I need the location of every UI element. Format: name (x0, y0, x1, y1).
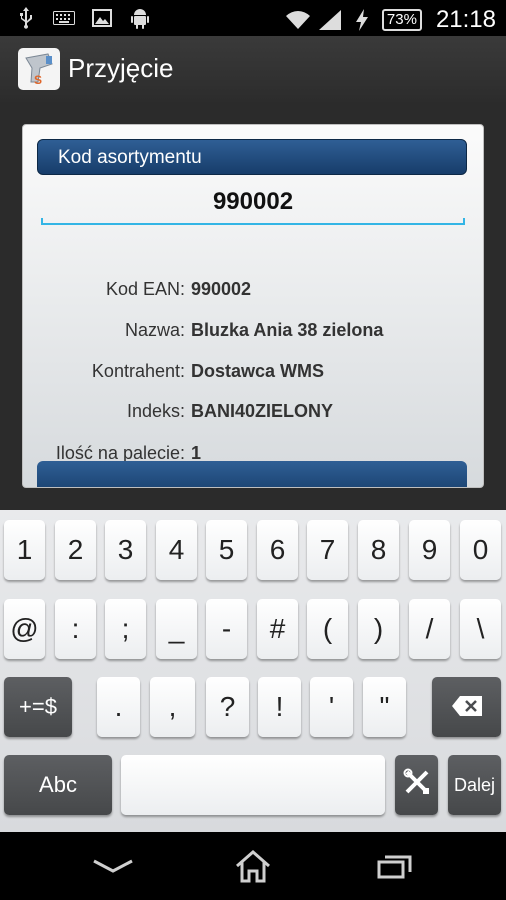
name-label: Nazwa: (124, 320, 185, 340)
abc-key[interactable]: Abc (4, 755, 112, 815)
tools-icon (403, 768, 431, 803)
key-quote[interactable]: " (363, 677, 406, 737)
recent-apps-icon[interactable] (370, 846, 420, 886)
svg-text:S: S (34, 73, 42, 87)
contractor-value: Dostawca WMS (191, 361, 325, 381)
row-index: Indeks: BANI40ZIELONY (23, 401, 483, 425)
ean-value: 990002 (191, 279, 252, 299)
key-7[interactable]: 7 (307, 520, 348, 580)
contractor-label: Kontrahent: (91, 361, 185, 381)
home-icon[interactable] (228, 846, 278, 886)
key-semicolon[interactable]: ; (105, 599, 146, 659)
key-5[interactable]: 5 (206, 520, 247, 580)
key-comma[interactable]: , (150, 677, 195, 737)
code-input[interactable] (41, 181, 465, 223)
key-hyphen[interactable]: - (206, 599, 247, 659)
keyboard-icon (52, 6, 76, 30)
row-ean: Kod EAN: 990002 (23, 279, 483, 303)
section-header: Kod asortymentu (37, 139, 467, 175)
row-contractor: Kontrahent: Dostawca WMS (23, 361, 483, 385)
wifi-icon (285, 8, 310, 32)
key-at[interactable]: @ (4, 599, 45, 659)
android-icon (128, 6, 152, 30)
status-bar: 73% 21:18 (0, 0, 506, 36)
key-slash[interactable]: / (409, 599, 450, 659)
next-key[interactable]: Dalej (448, 755, 501, 815)
charging-icon (350, 8, 374, 32)
app-title: Przyjęcie (68, 53, 174, 83)
key-underscore[interactable]: _ (156, 599, 197, 659)
back-chevron-icon[interactable] (88, 846, 138, 886)
name-value: Bluzka Ania 38 zielona (191, 320, 384, 340)
navigation-bar (0, 832, 506, 900)
image-icon (90, 6, 114, 30)
form-card: Kod asortymentu Kod EAN: 990002 Nazwa: B… (22, 124, 484, 488)
key-9[interactable]: 9 (409, 520, 450, 580)
space-key[interactable] (121, 755, 385, 815)
key-backslash[interactable]: \ (460, 599, 501, 659)
key-colon[interactable]: : (55, 599, 96, 659)
key-apostrophe[interactable]: ' (310, 677, 353, 737)
key-question[interactable]: ? (206, 677, 249, 737)
key-hash[interactable]: # (257, 599, 298, 659)
backspace-icon (451, 691, 482, 723)
symbols-mode-key[interactable]: +=$ (4, 677, 72, 737)
usb-icon (14, 6, 38, 30)
key-2[interactable]: 2 (55, 520, 96, 580)
signal-icon (318, 8, 342, 32)
key-3[interactable]: 3 (105, 520, 146, 580)
key-6[interactable]: 6 (257, 520, 298, 580)
key-exclamation[interactable]: ! (258, 677, 301, 737)
key-period[interactable]: . (97, 677, 140, 737)
barcode-scanner-icon[interactable]: S (18, 48, 60, 90)
key-open-paren[interactable]: ( (307, 599, 348, 659)
key-1[interactable]: 1 (4, 520, 45, 580)
ean-label: Kod EAN: (105, 279, 185, 299)
key-8[interactable]: 8 (358, 520, 399, 580)
tools-key[interactable] (395, 755, 438, 815)
index-label: Indeks: (126, 401, 185, 421)
index-value: BANI40ZIELONY (191, 401, 334, 421)
battery-indicator: 73% (381, 9, 422, 31)
clock: 21:18 (435, 6, 496, 33)
key-0[interactable]: 0 (460, 520, 501, 580)
backspace-key[interactable] (432, 677, 501, 737)
keyboard: 1 2 3 4 5 6 7 8 9 0 @ : ; _ - # ( ) / \ … (0, 510, 506, 832)
key-4[interactable]: 4 (156, 520, 197, 580)
action-bar: S Przyjęcie (0, 36, 506, 103)
row-name: Nazwa: Bluzka Ania 38 zielona (23, 320, 483, 344)
next-section-header (37, 461, 467, 487)
code-input-underline (41, 218, 465, 225)
key-close-paren[interactable]: ) (358, 599, 399, 659)
main-content: Kod asortymentu Kod EAN: 990002 Nazwa: B… (0, 102, 506, 510)
